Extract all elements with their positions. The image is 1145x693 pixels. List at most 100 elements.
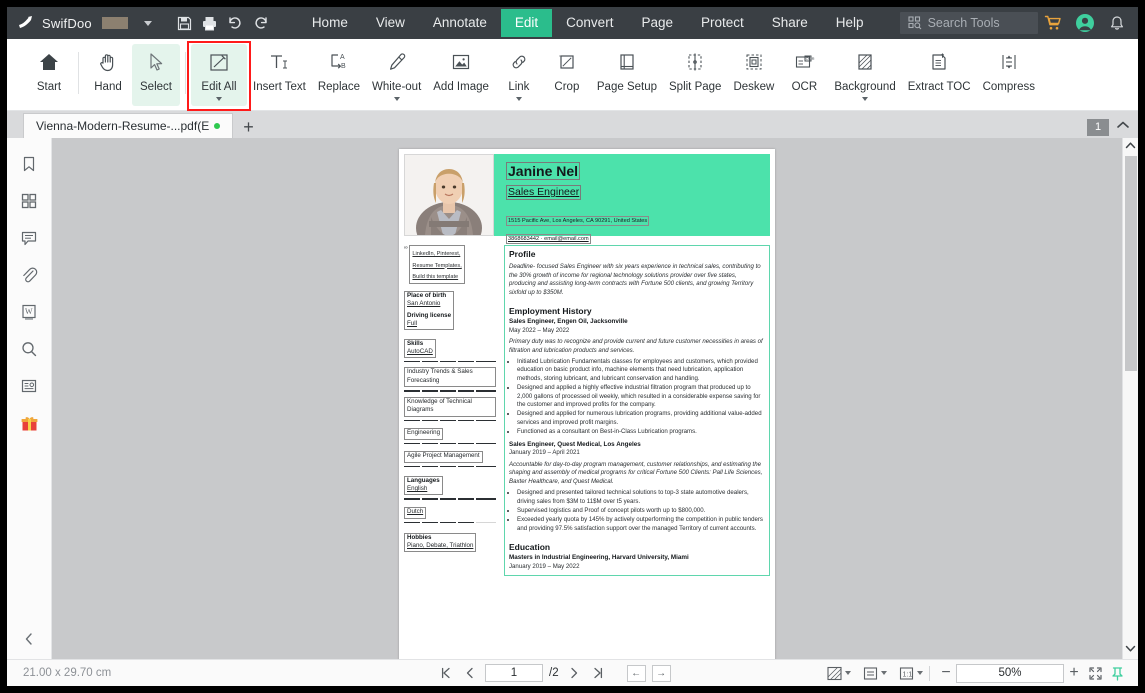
menu-view[interactable]: View <box>362 9 419 37</box>
chevron-down-icon[interactable] <box>862 97 868 101</box>
job-0-summary: Primary duty was to recognize and provid… <box>509 338 765 355</box>
sidebar-item-gift[interactable] <box>13 406 45 440</box>
ribbon-extract-toc[interactable]: Extract TOC <box>902 44 977 106</box>
modified-indicator-dot <box>214 123 220 129</box>
document-viewer[interactable]: Janine Nel Sales Engineer 1515 Pacific A… <box>52 138 1122 659</box>
ribbon-white-out[interactable]: White-out <box>366 44 427 106</box>
page-display-chevron-icon[interactable] <box>845 671 851 675</box>
resume-right-column[interactable]: Profile Deadline- focused Sales Engineer… <box>504 245 770 576</box>
sidebar-item-search[interactable] <box>13 332 45 366</box>
first-page-button[interactable] <box>437 664 455 682</box>
sidebar-item-signature[interactable] <box>13 369 45 403</box>
chevron-down-icon[interactable] <box>144 21 152 26</box>
ribbon-page-setup[interactable]: Page Setup <box>591 44 663 106</box>
ribbon-crop[interactable]: Crop <box>543 44 591 106</box>
ribbon-select[interactable]: Select <box>132 44 180 106</box>
document-tab[interactable]: Vienna-Modern-Resume-...pdf(E <box>23 113 233 138</box>
redo-icon[interactable] <box>252 10 270 36</box>
page-layout-chevron-icon[interactable] <box>881 671 887 675</box>
fit-screen-icon[interactable] <box>1084 663 1106 683</box>
ribbon-start[interactable]: Start <box>25 44 73 106</box>
pin-icon[interactable] <box>1106 663 1128 683</box>
resume-skills-block[interactable]: Skills AutoCAD <box>404 339 436 358</box>
chevron-up-icon[interactable] <box>1116 118 1130 136</box>
menu-edit[interactable]: Edit <box>501 9 552 37</box>
scroll-down-arrow[interactable] <box>1125 644 1136 656</box>
ribbon-link[interactable]: Link <box>495 44 543 106</box>
sidebar-item-word[interactable]: W <box>13 295 45 329</box>
print-icon[interactable] <box>201 10 218 36</box>
sidebar-item-bookmarks[interactable] <box>13 147 45 181</box>
job-0-dates: May 2022 – May 2022 <box>509 327 765 336</box>
menu-annotate[interactable]: Annotate <box>419 9 501 37</box>
current-page-input[interactable]: 1 <box>485 664 543 682</box>
ribbon-compress[interactable]: Compress <box>977 44 1041 106</box>
resume-links[interactable]: LinkedIn, Pinterest, Resume Templates, B… <box>409 245 464 284</box>
sidebar-collapse-button[interactable] <box>7 631 51 647</box>
ribbon-replace[interactable]: AB Replace <box>312 44 366 106</box>
zoom-out-button[interactable]: − <box>936 666 956 680</box>
pdf-page[interactable]: Janine Nel Sales Engineer 1515 Pacific A… <box>399 149 775 659</box>
sidebar-item-thumbnails[interactable] <box>13 184 45 218</box>
skill-item-1[interactable]: Industry Trends & Sales Forecasting <box>404 367 496 387</box>
chevron-down-icon[interactable] <box>216 97 222 101</box>
menu-help[interactable]: Help <box>822 9 878 37</box>
page-layout-icon[interactable] <box>859 663 881 683</box>
notification-bell-icon[interactable] <box>1102 7 1132 39</box>
ribbon-add-image[interactable]: Add Image <box>427 44 495 106</box>
resume-link-3[interactable]: Build this template <box>412 274 458 280</box>
navigate-back-button[interactable]: ← <box>627 665 646 682</box>
menu-share[interactable]: Share <box>758 9 822 37</box>
new-tab-button[interactable]: + <box>233 118 264 138</box>
ribbon-compress-label: Compress <box>983 81 1035 93</box>
ribbon-split-page[interactable]: Split Page <box>663 44 727 106</box>
language-item-1[interactable]: Dutch <box>404 507 426 519</box>
ribbon-insert-text[interactable]: Insert Text <box>247 44 312 106</box>
last-page-button[interactable] <box>589 664 607 682</box>
scrollbar-thumb[interactable] <box>1125 156 1137 371</box>
previous-page-button[interactable] <box>461 664 479 682</box>
sidebar-item-comments[interactable] <box>13 221 45 255</box>
page-display-icon[interactable] <box>823 663 845 683</box>
search-tools-input[interactable]: Search Tools <box>900 12 1038 34</box>
resume-role[interactable]: Sales Engineer <box>506 185 581 200</box>
save-icon[interactable] <box>176 10 193 36</box>
chevron-down-icon[interactable] <box>516 97 522 101</box>
menu-home[interactable]: Home <box>298 9 362 37</box>
ribbon-deskew[interactable]: Deskew <box>727 44 780 106</box>
resume-contact[interactable]: 3868683442 · email@email.com <box>506 234 591 244</box>
resume-languages-block[interactable]: Languages English <box>404 476 443 495</box>
scroll-up-arrow[interactable] <box>1125 141 1136 153</box>
minimize-button[interactable] <box>1134 7 1138 39</box>
zoom-in-button[interactable]: + <box>1064 666 1084 680</box>
resume-field-birth[interactable]: Place of birth San Antonio Driving licen… <box>404 291 454 330</box>
menu-page[interactable]: Page <box>627 9 687 37</box>
ribbon-edit-all[interactable]: Edit All <box>191 44 247 106</box>
zoom-level-input[interactable]: 50% <box>956 664 1064 683</box>
resume-hobbies-block[interactable]: Hobbies Piano, Debate, Triathlon <box>404 533 476 552</box>
skill-item-3[interactable]: Engineering <box>404 428 443 440</box>
chevron-down-icon[interactable] <box>394 97 400 101</box>
skill-item-4[interactable]: Agile Project Management <box>404 451 483 463</box>
vertical-scrollbar[interactable] <box>1122 138 1138 659</box>
menu-convert[interactable]: Convert <box>552 9 627 37</box>
cart-icon[interactable] <box>1038 7 1068 39</box>
resume-link-2[interactable]: Resume Templates, <box>412 263 461 269</box>
brand-area[interactable]: SwifDoo <box>7 14 152 32</box>
resume-link-1[interactable]: LinkedIn, Pinterest, <box>412 251 460 257</box>
skill-item-2[interactable]: Knowledge of Technical Diagrams <box>404 397 496 417</box>
ribbon-hand[interactable]: Hand <box>84 44 132 106</box>
menu-protect[interactable]: Protect <box>687 9 758 37</box>
page-fit-icon[interactable]: 1:1 <box>895 663 917 683</box>
ribbon-ocr[interactable]: OCR OCR <box>780 44 828 106</box>
resume-name[interactable]: Janine Nel <box>506 162 580 180</box>
navigate-forward-button[interactable]: → <box>652 665 671 682</box>
resume-address[interactable]: 1515 Pacific Ave, Los Angeles, CA 90291,… <box>506 216 649 226</box>
avatar[interactable] <box>1070 7 1100 39</box>
page-fit-chevron-icon[interactable] <box>917 671 923 675</box>
ribbon-hand-label: Hand <box>94 81 122 93</box>
ribbon-background[interactable]: Background <box>828 44 901 106</box>
sidebar-item-attachments[interactable] <box>13 258 45 292</box>
undo-icon[interactable] <box>226 10 244 36</box>
next-page-button[interactable] <box>565 664 583 682</box>
